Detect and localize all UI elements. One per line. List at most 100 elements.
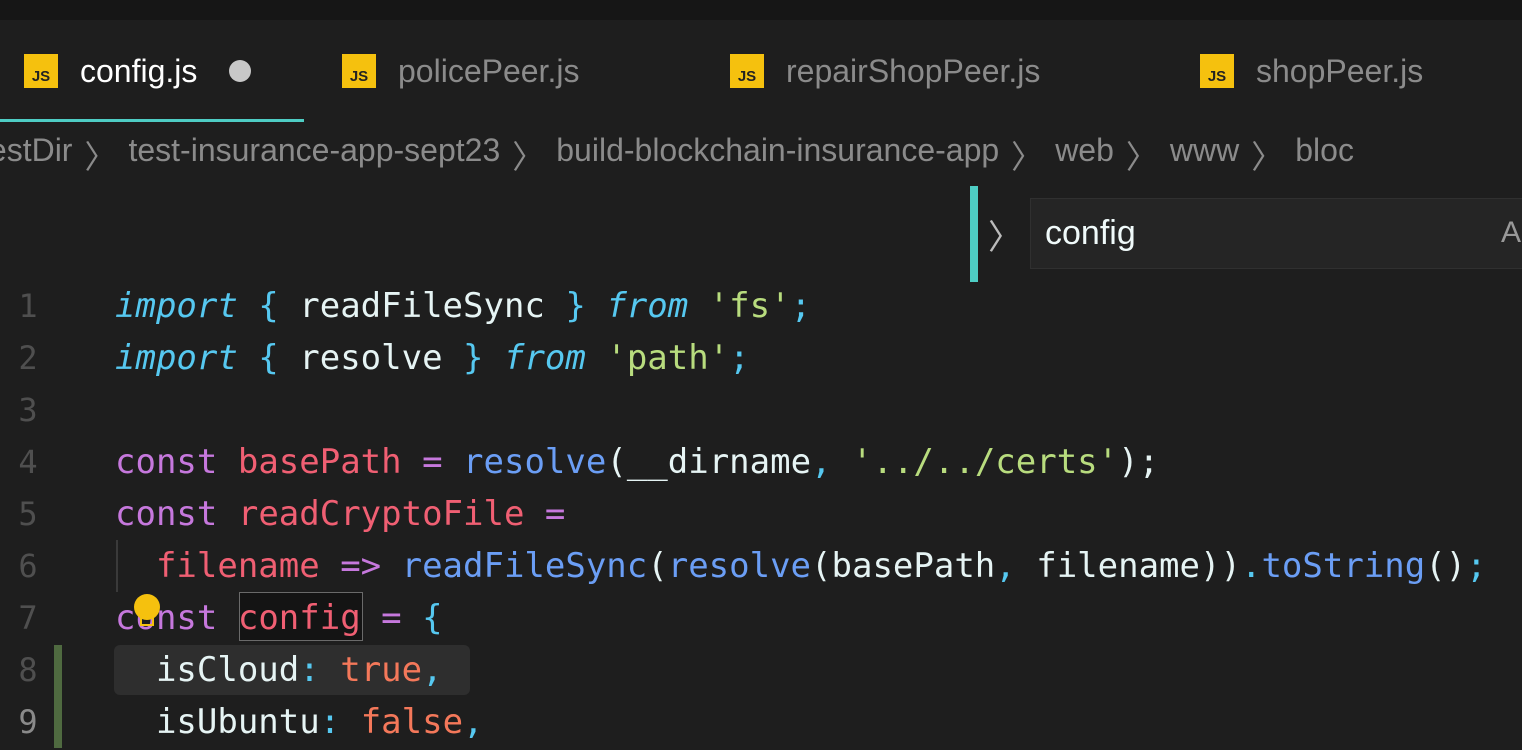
- chevron-right-icon: 〉: [512, 139, 545, 175]
- code-token: ;: [1466, 546, 1487, 586]
- tab-policepeer-js[interactable]: JS policePeer.js: [342, 20, 579, 122]
- code-token: =: [524, 494, 566, 534]
- match-case-option[interactable]: A: [1501, 199, 1521, 267]
- code-token: ,: [811, 442, 852, 482]
- code-token: const: [115, 598, 218, 638]
- code-token: =>: [319, 546, 402, 586]
- line-source: import { readFileSync } from 'fs';: [115, 280, 811, 332]
- code-token: ,: [422, 650, 443, 690]
- chevron-right-icon: 〉: [1011, 139, 1044, 175]
- line-source: import { resolve } from 'path';: [115, 332, 750, 384]
- chevron-right-icon: 〉: [1251, 139, 1284, 175]
- js-file-icon: JS: [24, 54, 58, 88]
- code-token: }: [442, 338, 504, 378]
- code-token: }: [544, 286, 607, 326]
- find-input[interactable]: config A: [1030, 198, 1522, 269]
- breadcrumb-item[interactable]: web: [1055, 132, 1114, 178]
- code-line[interactable]: 6 filename => readFileSync(resolve(baseP…: [0, 540, 1522, 592]
- code-token: '../../certs': [852, 442, 1119, 482]
- breadcrumb: testDir 〉 test-insurance-app-sept23 〉 buil…: [0, 132, 1354, 178]
- code-token: from: [503, 338, 586, 378]
- line-source: filename => readFileSync(resolve(basePat…: [115, 540, 1487, 592]
- code-line[interactable]: 3: [0, 384, 1522, 436]
- line-source: const basePath = resolve(__dirname, '../…: [115, 436, 1159, 488]
- code-line[interactable]: 8 isCloud: true,: [0, 644, 1522, 696]
- code-token: (): [1425, 546, 1467, 586]
- tab-config-js[interactable]: JS config.js: [24, 20, 252, 122]
- code-token: readFileSync: [299, 286, 545, 326]
- tab-label: policePeer.js: [398, 52, 580, 89]
- code-token: readFileSync: [401, 546, 648, 586]
- code-token: (: [811, 546, 832, 586]
- chevron-right-icon: 〉: [1125, 139, 1158, 175]
- code-token: =: [360, 598, 423, 638]
- code-token: (: [606, 442, 627, 482]
- breadcrumb-item[interactable]: testDir: [0, 132, 72, 178]
- code-token: false: [360, 702, 464, 742]
- unsaved-dot-icon[interactable]: [229, 60, 252, 82]
- tab-shoppeer-js[interactable]: JS shopPeer.js: [1200, 20, 1423, 122]
- code-token: {: [422, 598, 443, 638]
- toggle-replace-chevron-icon[interactable]: 〉: [988, 210, 1022, 259]
- code-token: true: [340, 650, 423, 690]
- line-source: const readCryptoFile =: [115, 488, 565, 540]
- code-token: {: [237, 286, 300, 326]
- code-line[interactable]: 5 const readCryptoFile =: [0, 488, 1522, 540]
- breadcrumb-item[interactable]: test-insurance-app-sept23: [128, 132, 500, 178]
- code-token: import: [115, 286, 238, 326]
- tab-label: config.js: [80, 52, 198, 89]
- line-number: 3: [18, 391, 38, 429]
- find-widget-sash[interactable]: [970, 186, 978, 282]
- chevron-right-icon: 〉: [84, 139, 117, 175]
- code-token: isCloud: [155, 650, 300, 690]
- code-token: {: [237, 338, 300, 378]
- active-tab-indicator: [0, 119, 304, 122]
- editor-tabs: JS config.js JS policePeer.js JS repairS…: [0, 20, 1522, 122]
- code-token: ;: [729, 338, 750, 378]
- code-token: import: [115, 338, 238, 378]
- code-token: readCryptoFile: [237, 494, 525, 534]
- tab-repairshoppeer-js[interactable]: JS repairShopPeer.js: [730, 20, 1040, 122]
- find-input-value: config: [1045, 214, 1136, 252]
- breadcrumb-item[interactable]: www: [1170, 132, 1239, 178]
- code-token: :: [319, 702, 341, 742]
- code-line[interactable]: 7 const config = {: [0, 592, 1522, 644]
- code-token: const: [115, 494, 218, 534]
- code-line[interactable]: 2 import { resolve } from 'path';: [0, 332, 1522, 384]
- breadcrumb-item[interactable]: bloc: [1295, 132, 1354, 178]
- code-token: isUbuntu: [155, 702, 320, 742]
- tab-label: repairShopPeer.js: [786, 52, 1041, 89]
- line-source: isCloud: true,: [115, 644, 443, 696]
- code-line[interactable]: 4 const basePath = resolve(__dirname, '..…: [0, 436, 1522, 488]
- code-token: 'fs': [708, 286, 791, 326]
- code-editor[interactable]: 1 import { readFileSync } from 'fs'; 2 impo…: [0, 280, 1522, 748]
- code-token: basePath: [237, 442, 402, 482]
- js-file-icon: JS: [342, 54, 376, 88]
- line-number: 7: [18, 599, 38, 637]
- lightbulb-icon[interactable]: [134, 594, 160, 626]
- code-token: const: [115, 442, 218, 482]
- line-source: const config = {: [115, 592, 443, 644]
- code-token: (: [647, 546, 668, 586]
- title-bar: [0, 0, 1522, 20]
- code-token: ,: [463, 702, 484, 742]
- breadcrumb-item[interactable]: build-blockchain-insurance-app: [556, 132, 999, 178]
- code-line[interactable]: 1 import { readFileSync } from 'fs';: [0, 280, 1522, 332]
- code-token: ;: [790, 286, 812, 326]
- tab-label: shopPeer.js: [1256, 52, 1424, 89]
- code-token: filename: [1036, 546, 1200, 586]
- line-number: 6: [18, 547, 38, 585]
- js-file-icon: JS: [730, 54, 764, 88]
- code-line[interactable]: 9 isUbuntu: false,: [0, 696, 1522, 748]
- line-number: 1: [18, 287, 38, 325]
- code-token: )): [1200, 546, 1241, 586]
- code-token: );: [1118, 442, 1160, 482]
